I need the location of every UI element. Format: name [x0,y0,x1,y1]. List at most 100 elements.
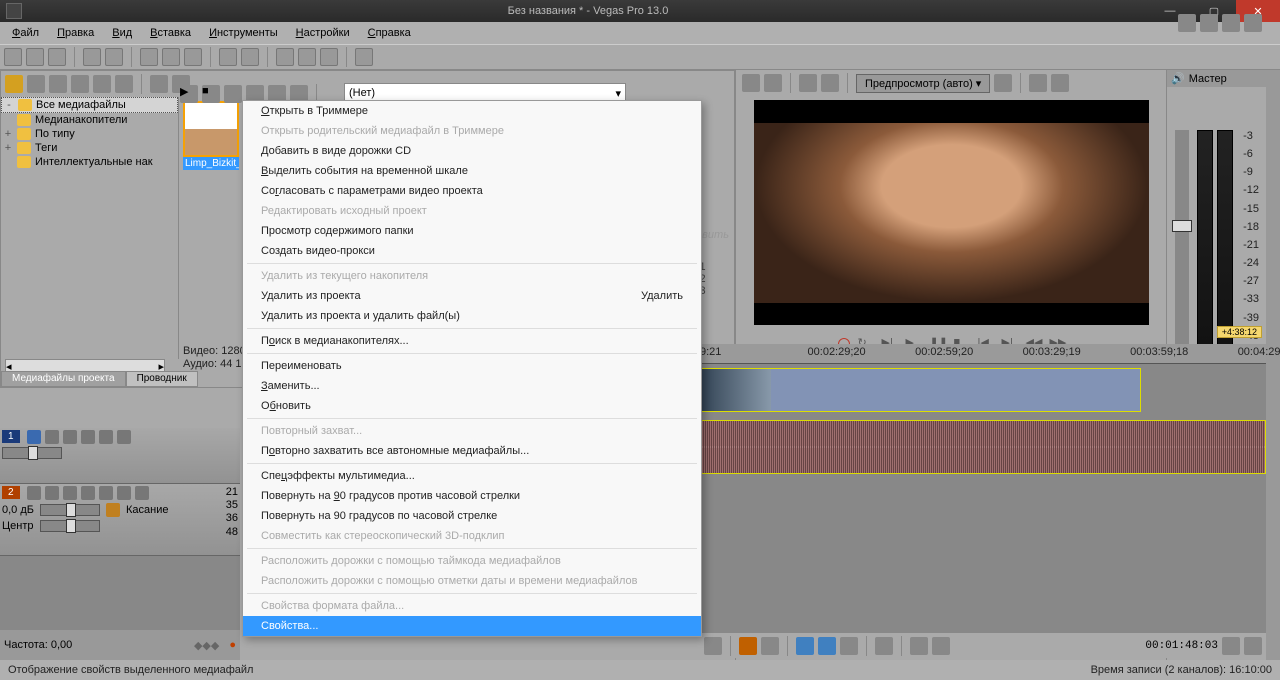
ctx-item[interactable]: Выделить события на временной шкале [243,161,701,181]
vol-slider[interactable] [40,504,100,516]
menu-вставка[interactable]: Вставка [142,25,199,41]
context-menu[interactable]: Открыть в ТриммереОткрыть родительский м… [242,100,702,637]
menu-вид[interactable]: Вид [104,25,140,41]
fx-chain-icon[interactable] [799,74,817,92]
undo-icon[interactable] [219,48,237,66]
new-icon[interactable] [4,48,22,66]
copy-frame-icon[interactable] [1029,74,1047,92]
bus-icon[interactable] [1200,14,1218,32]
paste-icon[interactable] [184,48,202,66]
web-icon[interactable] [71,75,89,93]
cut-icon[interactable] [140,48,158,66]
solo2-icon[interactable] [99,486,113,500]
tab-explorer[interactable]: Проводник [126,371,198,387]
open-icon[interactable] [26,48,44,66]
save-icon[interactable] [48,48,66,66]
media-tree[interactable]: -Все медиафайлы Медианакопители+По типу+… [1,97,179,359]
ctx-item[interactable]: Спецэффекты мультимедиа... [243,466,701,486]
menu-инструменты[interactable]: Инструменты [201,25,286,41]
dim-icon[interactable] [1244,14,1262,32]
capture-icon[interactable] [27,75,45,93]
ctx-item[interactable]: Удалить из проекта и удалить файл(ы) [243,306,701,326]
master-fader[interactable] [1175,130,1189,360]
video-icon[interactable] [27,430,41,444]
ctx-item[interactable]: Заменить... [243,376,701,396]
insert-icon[interactable] [1222,14,1240,32]
snap-icon[interactable] [276,48,294,66]
play-icon[interactable]: ▶ [180,85,198,103]
auto-icon[interactable] [63,486,77,500]
menu-настройки[interactable]: Настройки [288,25,358,41]
ctx-item[interactable]: Повернуть на 90 градусов против часовой … [243,486,701,506]
snap-tool-icon[interactable] [796,637,814,655]
fade-icon[interactable] [932,637,950,655]
pan-method[interactable]: Касание [126,504,168,516]
ctx-item[interactable]: Создать видео-прокси [243,241,701,261]
tree-item[interactable]: Медианакопители [1,113,178,127]
import-icon[interactable] [5,75,23,93]
cd-icon[interactable] [49,75,67,93]
audio-icon[interactable] [27,486,41,500]
ctx-item[interactable]: Повторно захватить все автономные медиаф… [243,441,701,461]
media-thumb[interactable]: Limp_Bizkit_e_Ey [183,101,239,170]
link-icon[interactable] [875,637,893,655]
timeline[interactable]: +4:38:12 9:2100:02:29;2000:02:59;2000:03… [700,344,1266,632]
edit-tool-icon[interactable] [704,637,722,655]
more2-icon[interactable] [135,486,149,500]
ctx-item[interactable]: Повернуть на 90 градусов по часовой стре… [243,506,701,526]
phase-icon[interactable] [117,486,131,500]
motion-icon[interactable] [63,430,77,444]
fx2-icon[interactable] [45,486,59,500]
ctx-item[interactable]: Обновить [243,396,701,416]
props-icon[interactable] [83,48,101,66]
pan-slider[interactable] [40,520,100,532]
record-dot-icon[interactable]: ● [229,639,236,651]
tree-item[interactable]: +Теги [1,141,178,155]
ctx-item[interactable]: Открыть в Триммере [243,101,701,121]
ripple-icon[interactable] [298,48,316,66]
stop-icon[interactable]: ■ [202,85,220,103]
grid-icon[interactable] [818,637,836,655]
zoom-in-icon[interactable] [1222,637,1240,655]
ctx-item[interactable]: Добавить в виде дорожки CD [243,141,701,161]
save-frame-icon[interactable] [1051,74,1069,92]
region-icon[interactable] [761,637,779,655]
autosave-icon[interactable] [320,48,338,66]
redo-icon[interactable] [241,48,259,66]
copy-icon[interactable] [162,48,180,66]
ctx-item[interactable]: Просмотр содержимого папки [243,221,701,241]
ctx-item[interactable]: Свойства... [243,616,701,636]
preview-quality-dropdown[interactable]: Предпросмотр (авто) ▾ [856,74,990,93]
audio-clip[interactable] [700,420,1266,474]
tree-item[interactable]: Интеллектуальные нак [1,155,178,169]
menu-справка[interactable]: Справка [360,25,419,41]
tab-project-media[interactable]: Медиафайлы проекта [1,371,126,387]
level-slider[interactable] [2,447,62,459]
views1-icon[interactable] [224,85,242,103]
ctx-item[interactable]: Переименовать [243,356,701,376]
menu-файл[interactable]: Файл [4,25,47,41]
render-icon[interactable] [105,48,123,66]
menu-правка[interactable]: Правка [49,25,102,41]
ext-monitor-icon[interactable] [742,74,760,92]
video-clip[interactable] [700,368,1141,412]
mute2-icon[interactable] [81,486,95,500]
speed-marker-icon[interactable]: ◆◆◆ [194,639,219,652]
zoom-icon[interactable] [115,75,133,93]
scope-icon[interactable] [821,74,839,92]
ctx-item[interactable]: Удалить из проектаУдалить [243,286,701,306]
fx-icon[interactable] [45,430,59,444]
solo-icon[interactable] [99,430,113,444]
ctx-item[interactable]: Согласовать с параметрами видео проекта [243,181,701,201]
overlay-icon[interactable] [994,74,1012,92]
tree-item[interactable]: +По типу [1,127,178,141]
marker-icon[interactable] [739,637,757,655]
mute-icon[interactable] [81,430,95,444]
ctx-item[interactable]: Поиск в медианакопителях... [243,331,701,351]
quantize-icon[interactable] [840,637,858,655]
audio-track-header[interactable]: 2 21 35 36 48 [0,484,240,556]
video-track-header[interactable]: 1 [0,428,240,484]
gear-icon[interactable] [106,503,120,517]
tree-item[interactable]: -Все медиафайлы [1,97,178,113]
remove-icon[interactable] [93,75,111,93]
